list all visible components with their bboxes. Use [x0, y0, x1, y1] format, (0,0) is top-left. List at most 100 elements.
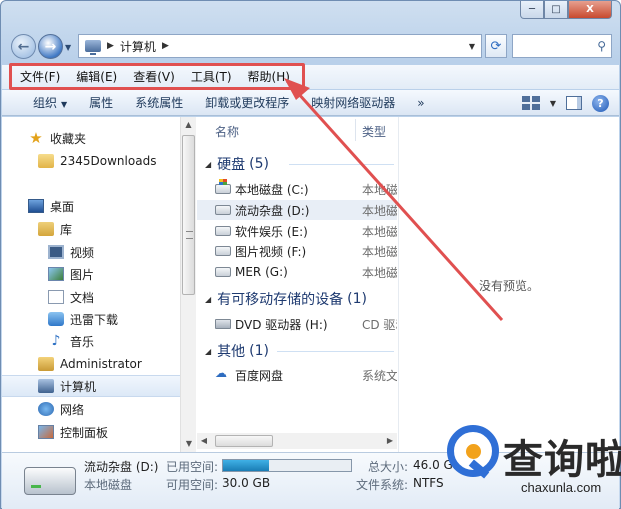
sidebar-item-label: 迅雷下载: [70, 312, 119, 327]
breadcrumb-computer[interactable]: 计算机: [120, 38, 156, 55]
scrollbar-thumb[interactable]: [215, 435, 273, 447]
file-list: 名称 类型 ◢ 硬盘 (5) 本地磁盘 (C:) 本地磁盘 流动杂盘 (D:) …: [197, 117, 397, 452]
content-area: ★ 收藏夹 2345Downloads 桌面 库 视频 图片 文档 迅雷下载 ♪…: [2, 117, 619, 452]
list-item[interactable]: 本地磁盘 (C:) 本地磁盘: [197, 179, 397, 199]
minimize-button[interactable]: ─: [520, 1, 544, 19]
organize-label: 组织: [33, 95, 58, 110]
sidebar-item-pictures[interactable]: 图片: [2, 263, 180, 285]
refresh-button[interactable]: ⟳: [485, 34, 507, 58]
menu-tools[interactable]: 工具(T): [183, 65, 240, 89]
no-preview-text: 没有预览。: [479, 279, 540, 293]
menu-view[interactable]: 查看(V): [125, 65, 183, 89]
list-item[interactable]: ☁ 百度网盘 系统文件夹: [197, 365, 397, 385]
more-commands-button[interactable]: »: [406, 90, 435, 116]
help-icon[interactable]: ?: [592, 94, 609, 112]
sidebar-item-label: 文档: [70, 290, 95, 305]
sidebar-item-library[interactable]: 库: [2, 218, 180, 240]
item-type: 本地磁盘: [362, 203, 397, 218]
chevron-up-icon[interactable]: ▲: [181, 117, 196, 133]
sidebar-item-desktop[interactable]: 桌面: [2, 195, 180, 217]
sidebar-item-computer[interactable]: 计算机: [2, 375, 180, 397]
list-item[interactable]: 流动杂盘 (D:) 本地磁盘: [197, 200, 397, 220]
search-input[interactable]: ⚲: [512, 34, 612, 58]
chevron-down-icon[interactable]: ▼: [181, 436, 197, 452]
list-item[interactable]: DVD 驱动器 (H:) CD 驱动器: [197, 314, 397, 334]
cloud-drive-icon: ☁: [215, 366, 227, 380]
folder-icon: [38, 154, 54, 168]
sidebar-item-control-panel[interactable]: 控制面板: [2, 421, 180, 443]
collapse-icon[interactable]: ◢: [205, 347, 211, 356]
drive-icon: [24, 467, 76, 495]
details-fs-value: NTFS: [413, 476, 444, 490]
file-list-horizontal-scrollbar[interactable]: ◀ ▶: [197, 433, 397, 449]
sidebar-item-2345downloads[interactable]: 2345Downloads: [2, 150, 180, 172]
column-header-name[interactable]: 名称: [215, 123, 239, 140]
forward-button[interactable]: →: [38, 34, 63, 59]
watermark-title: 查询啦: [503, 437, 621, 483]
drive-icon: [215, 226, 231, 236]
maximize-button[interactable]: □: [544, 1, 568, 19]
collapse-icon[interactable]: ◢: [205, 295, 211, 304]
sidebar-item-thunder-downloads[interactable]: 迅雷下载: [2, 308, 180, 330]
item-type: 本地磁盘: [362, 182, 397, 197]
menu-help[interactable]: 帮助(H): [240, 65, 298, 89]
details-drive-type: 本地磁盘: [84, 478, 133, 492]
map-network-drive-button[interactable]: 映射网络驱动器: [300, 90, 406, 116]
sidebar-item-videos[interactable]: 视频: [2, 241, 180, 263]
address-bar[interactable]: ▶ 计算机 ▶ ▼: [78, 34, 482, 58]
used-space-fill: [223, 460, 270, 471]
nav-pane-scrollbar[interactable]: ▲ ▼: [180, 117, 196, 452]
chevron-right-icon[interactable]: ▶: [107, 41, 114, 51]
details-drive-name: 流动杂盘 (D:): [84, 460, 159, 474]
sidebar-item-label: 桌面: [50, 199, 75, 214]
item-type: CD 驱动器: [362, 317, 397, 332]
star-icon: ★: [29, 129, 43, 147]
chevron-down-icon[interactable]: ▼: [469, 42, 475, 51]
chevron-right-icon[interactable]: ▶: [162, 41, 169, 51]
menu-edit[interactable]: 编辑(E): [68, 65, 125, 89]
column-header-type[interactable]: 类型: [362, 123, 386, 140]
details-free-value: 30.0 GB: [222, 476, 271, 490]
sidebar-item-network[interactable]: 网络: [2, 398, 180, 420]
sidebar-item-administrator[interactable]: Administrator: [2, 353, 180, 375]
item-type: 本地磁盘: [362, 244, 397, 259]
drive-icon: [215, 267, 231, 277]
chevron-left-icon[interactable]: ◀: [197, 433, 211, 449]
system-properties-button[interactable]: 系统属性: [124, 90, 194, 116]
sidebar-item-label: 图片: [70, 267, 95, 282]
preview-pane-icon[interactable]: [566, 96, 582, 110]
group-title: 其他: [217, 344, 246, 360]
recent-pages-dropdown[interactable]: ▼: [65, 43, 71, 52]
sidebar-item-documents[interactable]: 文档: [2, 286, 180, 308]
sidebar-item-favorites[interactable]: ★ 收藏夹: [2, 127, 180, 149]
drive-icon: [215, 205, 231, 215]
list-item[interactable]: 图片视频 (F:) 本地磁盘: [197, 241, 397, 261]
details-fs-label: 文件系统:: [356, 478, 409, 492]
watermark-logo: 查询啦 chaxunla.com: [441, 421, 621, 509]
menu-file[interactable]: 文件(F): [12, 65, 68, 89]
chevron-down-icon: ▼: [61, 99, 68, 109]
view-options-icon[interactable]: [521, 96, 540, 110]
organize-button[interactable]: 组织 ▼: [22, 90, 78, 116]
chevron-right-icon[interactable]: ▶: [383, 433, 397, 449]
scrollbar-thumb[interactable]: [182, 135, 195, 295]
refresh-icon: ⟳: [490, 38, 502, 54]
list-item[interactable]: MER (G:) 本地磁盘: [197, 262, 397, 282]
sidebar-item-label: 视频: [70, 245, 95, 260]
group-count: (5): [249, 156, 269, 172]
group-header-removable[interactable]: ◢ 有可移动存储的设备 (1): [197, 288, 397, 310]
close-button[interactable]: X: [568, 1, 612, 19]
arrow-left-icon: ←: [17, 38, 30, 55]
back-button[interactable]: ←: [11, 34, 36, 59]
details-total-label: 总大小:: [368, 460, 409, 474]
properties-button[interactable]: 属性: [78, 90, 124, 116]
collapse-icon[interactable]: ◢: [205, 160, 211, 169]
sidebar-item-music[interactable]: ♪ 音乐: [2, 330, 180, 352]
video-icon: [48, 245, 64, 259]
chevron-down-icon[interactable]: ▼: [550, 99, 556, 108]
network-icon: [38, 402, 54, 416]
list-item[interactable]: 软件娱乐 (E:) 本地磁盘: [197, 221, 397, 241]
computer-icon: [85, 40, 101, 55]
uninstall-program-button[interactable]: 卸载或更改程序: [194, 90, 300, 116]
item-name: 流动杂盘 (D:): [235, 203, 310, 218]
